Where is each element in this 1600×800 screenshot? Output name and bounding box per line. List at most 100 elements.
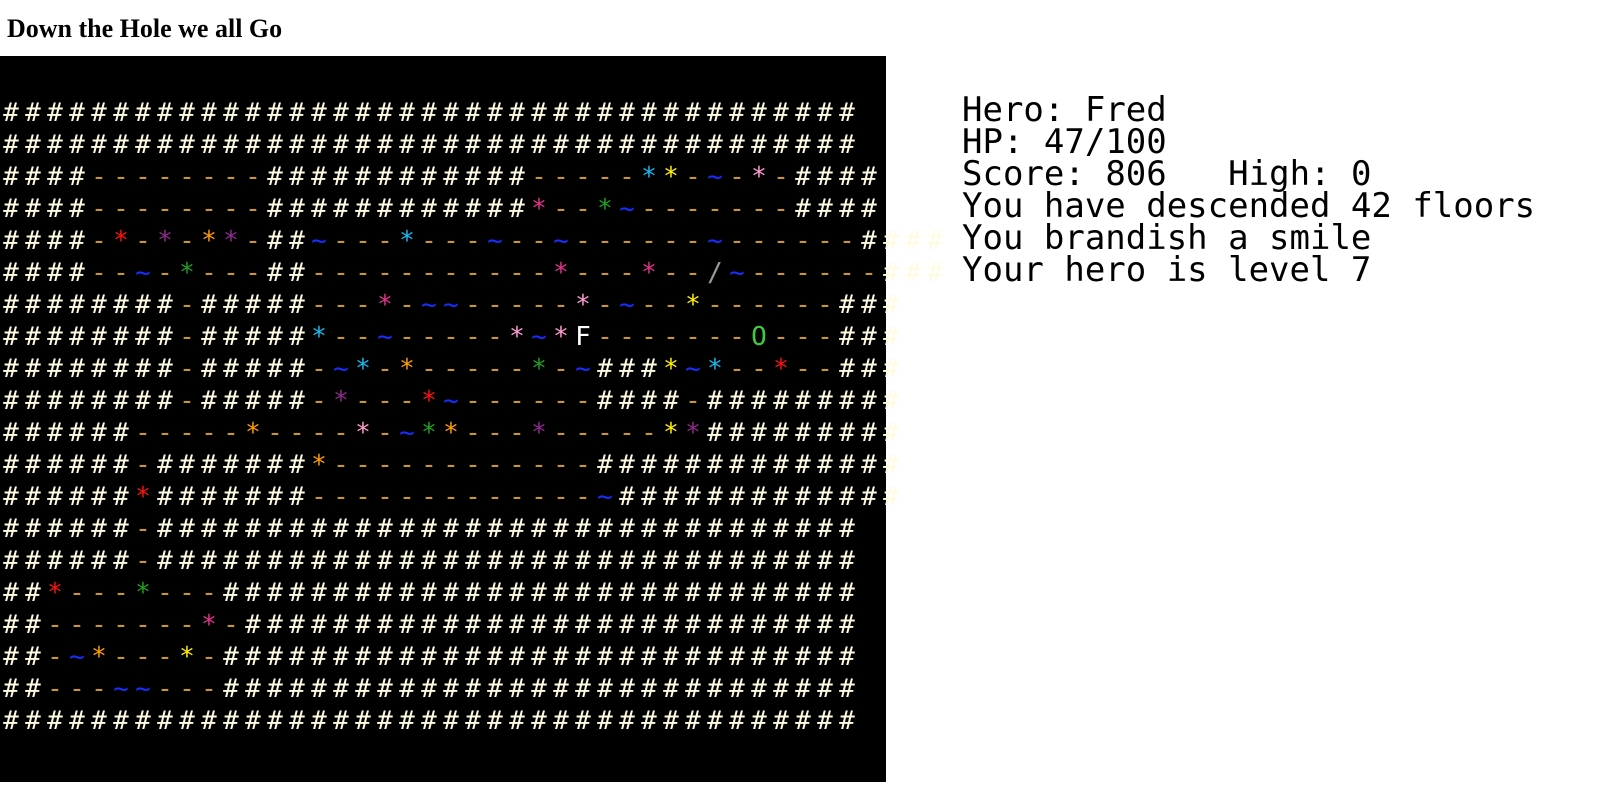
wall-tile: #: [817, 514, 833, 544]
wall-tile: #: [113, 98, 129, 128]
level-line: Your hero is level 7: [962, 250, 1372, 290]
wall-tile: #: [663, 514, 679, 544]
floor-tile: -: [333, 290, 349, 320]
wall-tile: #: [575, 578, 591, 608]
wall-tile: #: [839, 386, 855, 416]
wall-tile: #: [707, 578, 723, 608]
wall-tile: #: [795, 642, 811, 672]
floor-tile: -: [465, 354, 481, 384]
floor-tile: -: [201, 258, 217, 288]
floor-tile: -: [113, 258, 129, 288]
floor-tile: -: [685, 162, 701, 192]
floor-tile: -: [179, 418, 195, 448]
floor-tile: -: [487, 354, 503, 384]
floor-tile: -: [465, 450, 481, 480]
floor-tile: -: [179, 194, 195, 224]
wall-tile: #: [773, 546, 789, 576]
wall-tile: #: [421, 98, 437, 128]
floor-tile: -: [69, 674, 85, 704]
wall-tile: #: [817, 386, 833, 416]
wall-tile: #: [157, 322, 173, 352]
floor-tile: -: [597, 322, 613, 352]
wall-tile: #: [861, 354, 877, 384]
wall-tile: #: [3, 514, 19, 544]
floor-tile: -: [531, 450, 547, 480]
wall-tile: #: [113, 290, 129, 320]
floor-tile: -: [355, 226, 371, 256]
wall-tile: #: [245, 354, 261, 384]
wall-tile: #: [157, 546, 173, 576]
wall-tile: #: [289, 226, 305, 256]
gem-item: *: [575, 290, 591, 320]
wall-tile: #: [487, 514, 503, 544]
wall-tile: #: [773, 482, 789, 512]
wall-tile: #: [883, 450, 899, 480]
wall-tile: #: [47, 194, 63, 224]
wall-tile: #: [245, 514, 261, 544]
floor-tile: -: [685, 322, 701, 352]
floor-tile: -: [311, 482, 327, 512]
floor-tile: -: [245, 226, 261, 256]
floor-tile: -: [795, 322, 811, 352]
wall-tile: #: [421, 610, 437, 640]
water-tile: ~: [377, 322, 393, 352]
wall-tile: #: [773, 130, 789, 160]
wall-tile: #: [399, 674, 415, 704]
wall-tile: #: [267, 706, 283, 736]
floor-tile: -: [157, 610, 173, 640]
floor-tile: -: [619, 322, 635, 352]
floor-tile: -: [355, 322, 371, 352]
wall-tile: #: [47, 386, 63, 416]
wall-tile: #: [883, 226, 899, 256]
floor-tile: -: [487, 290, 503, 320]
floor-tile: -: [201, 642, 217, 672]
wall-tile: #: [751, 98, 767, 128]
floor-tile: -: [773, 226, 789, 256]
map-row: # # # # # # # # # # # # # # # # # # # # # # # # # # # # # # # # # # # # # # #: [0, 705, 946, 737]
wall-tile: #: [641, 98, 657, 128]
wall-tile: #: [223, 322, 239, 352]
wall-tile: #: [289, 162, 305, 192]
floor-tile: -: [531, 482, 547, 512]
wall-tile: #: [553, 610, 569, 640]
wall-tile: #: [3, 98, 19, 128]
wall-tile: #: [69, 450, 85, 480]
wall-tile: #: [201, 322, 217, 352]
wall-tile: #: [3, 162, 19, 192]
map-row: # # # # - - - - - - - - # # # # # # # # # # # # * - - * ~ - - - - - - - # # # #: [0, 193, 946, 225]
game-map-canvas[interactable]: # # # # # # # # # # # # # # # # # # # # # # # # # # # # # # # # # # # # # # # #…: [0, 56, 943, 782]
floor-tile: -: [201, 418, 217, 448]
wall-tile: #: [25, 98, 41, 128]
floor-tile: -: [553, 194, 569, 224]
floor-tile: -: [157, 194, 173, 224]
wall-tile: #: [553, 674, 569, 704]
wall-tile: #: [575, 610, 591, 640]
wall-tile: #: [883, 322, 899, 352]
wall-tile: #: [861, 418, 877, 448]
gem-item: *: [311, 322, 327, 352]
floor-tile: -: [443, 322, 459, 352]
floor-tile: -: [443, 226, 459, 256]
floor-tile: -: [641, 290, 657, 320]
wall-tile: #: [883, 258, 899, 288]
wall-tile: #: [773, 578, 789, 608]
wall-tile: #: [399, 514, 415, 544]
floor-tile: -: [817, 258, 833, 288]
wall-tile: #: [641, 130, 657, 160]
wall-tile: #: [773, 514, 789, 544]
wall-tile: #: [817, 482, 833, 512]
wall-tile: #: [245, 450, 261, 480]
wall-tile: #: [399, 546, 415, 576]
wall-tile: #: [421, 194, 437, 224]
floor-tile: -: [399, 482, 415, 512]
wall-tile: #: [839, 706, 855, 736]
floor-tile: -: [597, 162, 613, 192]
gem-item: *: [531, 194, 547, 224]
wall-tile: #: [157, 290, 173, 320]
floor-tile: -: [795, 258, 811, 288]
wall-tile: #: [399, 578, 415, 608]
wall-tile: #: [3, 546, 19, 576]
floor-tile: -: [751, 354, 767, 384]
wall-tile: #: [509, 98, 525, 128]
floor-tile: -: [135, 610, 151, 640]
